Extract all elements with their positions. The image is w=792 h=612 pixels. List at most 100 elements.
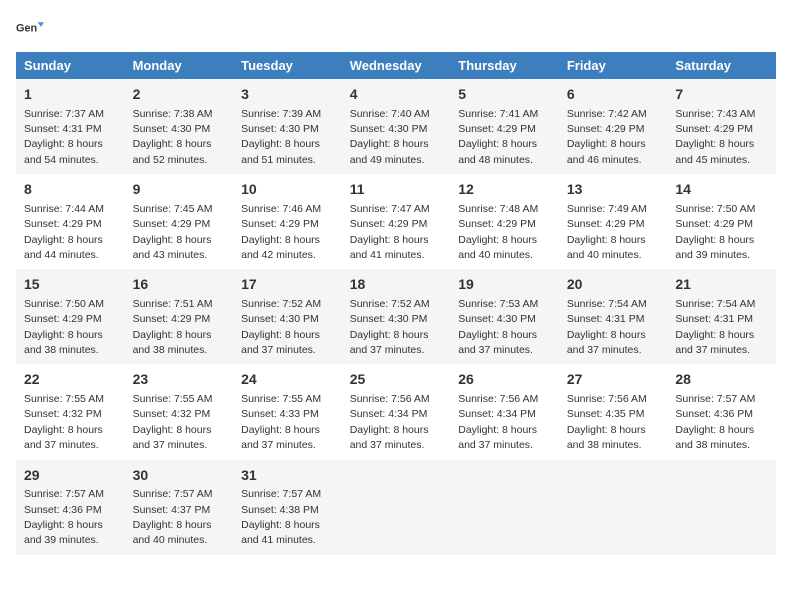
day-info: Sunrise: 7:38 AMSunset: 4:30 PMDaylight:… xyxy=(133,108,213,166)
day-info: Sunrise: 7:50 AMSunset: 4:29 PMDaylight:… xyxy=(675,203,755,261)
week-row-5: 29 Sunrise: 7:57 AMSunset: 4:36 PMDaylig… xyxy=(16,460,776,555)
day-number: 6 xyxy=(567,85,660,105)
day-number: 18 xyxy=(350,275,443,295)
day-cell xyxy=(667,460,776,555)
day-number: 8 xyxy=(24,180,117,200)
header-saturday: Saturday xyxy=(667,52,776,79)
day-number: 20 xyxy=(567,275,660,295)
day-number: 29 xyxy=(24,466,117,486)
day-cell: 7 Sunrise: 7:43 AMSunset: 4:29 PMDayligh… xyxy=(667,79,776,174)
day-cell xyxy=(559,460,668,555)
day-number: 7 xyxy=(675,85,768,105)
day-cell: 20 Sunrise: 7:54 AMSunset: 4:31 PMDaylig… xyxy=(559,269,668,364)
day-cell: 2 Sunrise: 7:38 AMSunset: 4:30 PMDayligh… xyxy=(125,79,234,174)
day-cell: 28 Sunrise: 7:57 AMSunset: 4:36 PMDaylig… xyxy=(667,364,776,459)
day-info: Sunrise: 7:55 AMSunset: 4:33 PMDaylight:… xyxy=(241,393,321,451)
day-number: 31 xyxy=(241,466,334,486)
week-row-3: 15 Sunrise: 7:50 AMSunset: 4:29 PMDaylig… xyxy=(16,269,776,364)
day-cell: 21 Sunrise: 7:54 AMSunset: 4:31 PMDaylig… xyxy=(667,269,776,364)
day-info: Sunrise: 7:57 AMSunset: 4:36 PMDaylight:… xyxy=(24,488,104,546)
day-number: 10 xyxy=(241,180,334,200)
day-info: Sunrise: 7:56 AMSunset: 4:34 PMDaylight:… xyxy=(458,393,538,451)
day-number: 13 xyxy=(567,180,660,200)
day-cell: 17 Sunrise: 7:52 AMSunset: 4:30 PMDaylig… xyxy=(233,269,342,364)
day-info: Sunrise: 7:50 AMSunset: 4:29 PMDaylight:… xyxy=(24,298,104,356)
day-info: Sunrise: 7:54 AMSunset: 4:31 PMDaylight:… xyxy=(567,298,647,356)
day-number: 28 xyxy=(675,370,768,390)
day-number: 12 xyxy=(458,180,551,200)
day-cell: 8 Sunrise: 7:44 AMSunset: 4:29 PMDayligh… xyxy=(16,174,125,269)
day-cell: 27 Sunrise: 7:56 AMSunset: 4:35 PMDaylig… xyxy=(559,364,668,459)
day-info: Sunrise: 7:54 AMSunset: 4:31 PMDaylight:… xyxy=(675,298,755,356)
day-cell: 4 Sunrise: 7:40 AMSunset: 4:30 PMDayligh… xyxy=(342,79,451,174)
day-cell: 31 Sunrise: 7:57 AMSunset: 4:38 PMDaylig… xyxy=(233,460,342,555)
day-cell: 26 Sunrise: 7:56 AMSunset: 4:34 PMDaylig… xyxy=(450,364,559,459)
header-friday: Friday xyxy=(559,52,668,79)
header-wednesday: Wednesday xyxy=(342,52,451,79)
day-info: Sunrise: 7:55 AMSunset: 4:32 PMDaylight:… xyxy=(24,393,104,451)
day-number: 4 xyxy=(350,85,443,105)
day-number: 24 xyxy=(241,370,334,390)
day-info: Sunrise: 7:40 AMSunset: 4:30 PMDaylight:… xyxy=(350,108,430,166)
day-cell: 14 Sunrise: 7:50 AMSunset: 4:29 PMDaylig… xyxy=(667,174,776,269)
day-cell: 6 Sunrise: 7:42 AMSunset: 4:29 PMDayligh… xyxy=(559,79,668,174)
day-cell xyxy=(450,460,559,555)
day-cell: 22 Sunrise: 7:55 AMSunset: 4:32 PMDaylig… xyxy=(16,364,125,459)
day-cell: 29 Sunrise: 7:57 AMSunset: 4:36 PMDaylig… xyxy=(16,460,125,555)
header-monday: Monday xyxy=(125,52,234,79)
day-info: Sunrise: 7:48 AMSunset: 4:29 PMDaylight:… xyxy=(458,203,538,261)
calendar-body: 1 Sunrise: 7:37 AMSunset: 4:31 PMDayligh… xyxy=(16,79,776,555)
header-sunday: Sunday xyxy=(16,52,125,79)
day-number: 26 xyxy=(458,370,551,390)
day-number: 15 xyxy=(24,275,117,295)
day-cell: 3 Sunrise: 7:39 AMSunset: 4:30 PMDayligh… xyxy=(233,79,342,174)
day-number: 23 xyxy=(133,370,226,390)
day-cell: 23 Sunrise: 7:55 AMSunset: 4:32 PMDaylig… xyxy=(125,364,234,459)
week-row-1: 1 Sunrise: 7:37 AMSunset: 4:31 PMDayligh… xyxy=(16,79,776,174)
day-info: Sunrise: 7:57 AMSunset: 4:36 PMDaylight:… xyxy=(675,393,755,451)
day-info: Sunrise: 7:57 AMSunset: 4:37 PMDaylight:… xyxy=(133,488,213,546)
calendar-header-row: SundayMondayTuesdayWednesdayThursdayFrid… xyxy=(16,52,776,79)
day-number: 9 xyxy=(133,180,226,200)
day-info: Sunrise: 7:53 AMSunset: 4:30 PMDaylight:… xyxy=(458,298,538,356)
day-cell: 15 Sunrise: 7:50 AMSunset: 4:29 PMDaylig… xyxy=(16,269,125,364)
logo: Gen xyxy=(16,16,48,44)
day-info: Sunrise: 7:44 AMSunset: 4:29 PMDaylight:… xyxy=(24,203,104,261)
day-info: Sunrise: 7:56 AMSunset: 4:34 PMDaylight:… xyxy=(350,393,430,451)
logo-icon: Gen xyxy=(16,16,44,44)
day-number: 30 xyxy=(133,466,226,486)
header-thursday: Thursday xyxy=(450,52,559,79)
day-info: Sunrise: 7:43 AMSunset: 4:29 PMDaylight:… xyxy=(675,108,755,166)
day-info: Sunrise: 7:46 AMSunset: 4:29 PMDaylight:… xyxy=(241,203,321,261)
day-cell: 11 Sunrise: 7:47 AMSunset: 4:29 PMDaylig… xyxy=(342,174,451,269)
day-number: 27 xyxy=(567,370,660,390)
day-number: 19 xyxy=(458,275,551,295)
day-number: 3 xyxy=(241,85,334,105)
day-info: Sunrise: 7:52 AMSunset: 4:30 PMDaylight:… xyxy=(241,298,321,356)
day-cell: 9 Sunrise: 7:45 AMSunset: 4:29 PMDayligh… xyxy=(125,174,234,269)
day-info: Sunrise: 7:51 AMSunset: 4:29 PMDaylight:… xyxy=(133,298,213,356)
day-number: 2 xyxy=(133,85,226,105)
day-cell: 16 Sunrise: 7:51 AMSunset: 4:29 PMDaylig… xyxy=(125,269,234,364)
day-number: 11 xyxy=(350,180,443,200)
day-number: 17 xyxy=(241,275,334,295)
day-info: Sunrise: 7:49 AMSunset: 4:29 PMDaylight:… xyxy=(567,203,647,261)
day-info: Sunrise: 7:52 AMSunset: 4:30 PMDaylight:… xyxy=(350,298,430,356)
day-number: 5 xyxy=(458,85,551,105)
day-number: 14 xyxy=(675,180,768,200)
calendar-table: SundayMondayTuesdayWednesdayThursdayFrid… xyxy=(16,52,776,555)
day-cell: 18 Sunrise: 7:52 AMSunset: 4:30 PMDaylig… xyxy=(342,269,451,364)
day-cell: 13 Sunrise: 7:49 AMSunset: 4:29 PMDaylig… xyxy=(559,174,668,269)
day-cell: 19 Sunrise: 7:53 AMSunset: 4:30 PMDaylig… xyxy=(450,269,559,364)
day-info: Sunrise: 7:41 AMSunset: 4:29 PMDaylight:… xyxy=(458,108,538,166)
day-info: Sunrise: 7:42 AMSunset: 4:29 PMDaylight:… xyxy=(567,108,647,166)
day-number: 21 xyxy=(675,275,768,295)
day-cell: 1 Sunrise: 7:37 AMSunset: 4:31 PMDayligh… xyxy=(16,79,125,174)
day-cell xyxy=(342,460,451,555)
day-info: Sunrise: 7:55 AMSunset: 4:32 PMDaylight:… xyxy=(133,393,213,451)
day-info: Sunrise: 7:37 AMSunset: 4:31 PMDaylight:… xyxy=(24,108,104,166)
day-number: 1 xyxy=(24,85,117,105)
day-info: Sunrise: 7:45 AMSunset: 4:29 PMDaylight:… xyxy=(133,203,213,261)
day-info: Sunrise: 7:47 AMSunset: 4:29 PMDaylight:… xyxy=(350,203,430,261)
day-cell: 10 Sunrise: 7:46 AMSunset: 4:29 PMDaylig… xyxy=(233,174,342,269)
